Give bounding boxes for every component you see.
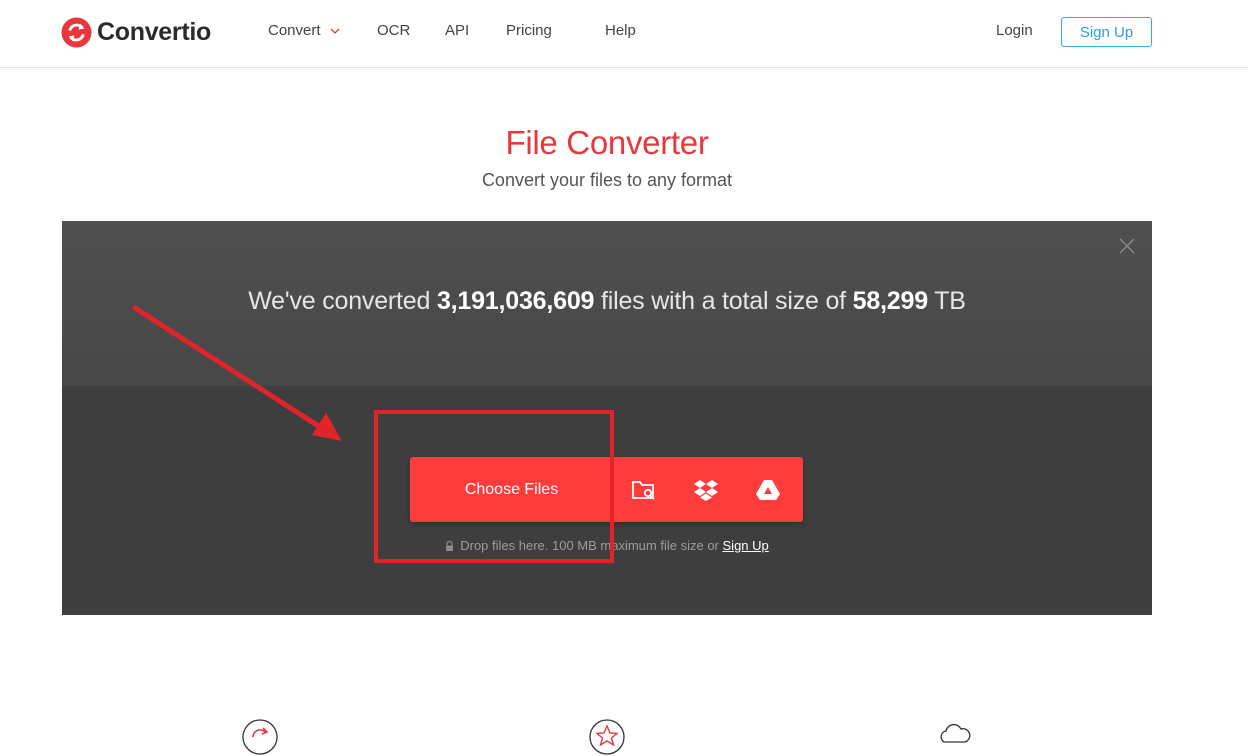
stats-middle: files with a total size of	[600, 287, 846, 315]
drop-note-signup-link[interactable]: Sign Up	[723, 538, 769, 553]
stats-file-count: 3,191,036,609	[436, 287, 595, 315]
nav-convert-label: Convert	[268, 22, 321, 39]
refresh-feature-icon	[242, 719, 278, 755]
upload-button-group: Choose Files	[410, 457, 803, 522]
choose-files-button[interactable]: Choose Files	[410, 457, 613, 522]
close-icon[interactable]	[1118, 237, 1136, 255]
page-title: File Converter	[505, 124, 709, 161]
cloud-feature-icon	[940, 723, 971, 743]
google-drive-button[interactable]	[737, 457, 799, 522]
nav-api-label: API	[445, 22, 470, 39]
google-drive-icon	[756, 479, 780, 500]
signup-button[interactable]: Sign Up	[1061, 17, 1152, 47]
lock-icon	[446, 541, 454, 551]
login-link[interactable]: Login	[996, 22, 1033, 39]
stats-banner: We've converted 3,191,036,609 files with…	[62, 221, 1152, 386]
nav-ocr-label: OCR	[377, 22, 411, 39]
from-computer-button[interactable]	[613, 457, 675, 522]
nav-api[interactable]: API	[445, 22, 506, 39]
nav-help-label: Help	[605, 22, 636, 39]
convertio-logo-icon	[61, 16, 92, 48]
star-feature-icon	[589, 719, 625, 755]
top-header: Convertio Convert OCR API Pricing Help L…	[0, 0, 1248, 68]
drop-note-text: Drop files here. 100 MB maximum file siz…	[460, 538, 719, 553]
stats-total-size: 58,299	[852, 287, 928, 315]
conversion-stats: We've converted 3,191,036,609 files with…	[62, 287, 1152, 316]
stats-prefix: We've converted	[248, 287, 431, 315]
chevron-down-icon	[330, 28, 339, 34]
drop-note: Drop files here. 100 MB maximum file siz…	[62, 538, 1152, 553]
main-nav: Convert OCR API Pricing Help	[268, 22, 636, 39]
nav-pricing[interactable]: Pricing	[506, 22, 605, 39]
dropbox-button[interactable]	[675, 457, 737, 522]
dropbox-icon	[694, 479, 718, 501]
brand-name: Convertio	[97, 17, 211, 46]
page-subtitle: Convert your files to any format	[481, 170, 733, 190]
folder-search-icon	[632, 480, 655, 500]
nav-help[interactable]: Help	[605, 22, 636, 39]
nav-pricing-label: Pricing	[506, 22, 552, 39]
nav-ocr[interactable]: OCR	[377, 22, 445, 39]
brand-logo[interactable]: Convertio	[61, 16, 211, 48]
converter-panel[interactable]: We've converted 3,191,036,609 files with…	[62, 221, 1152, 615]
nav-convert[interactable]: Convert	[268, 22, 377, 39]
stats-unit: TB	[934, 287, 966, 315]
